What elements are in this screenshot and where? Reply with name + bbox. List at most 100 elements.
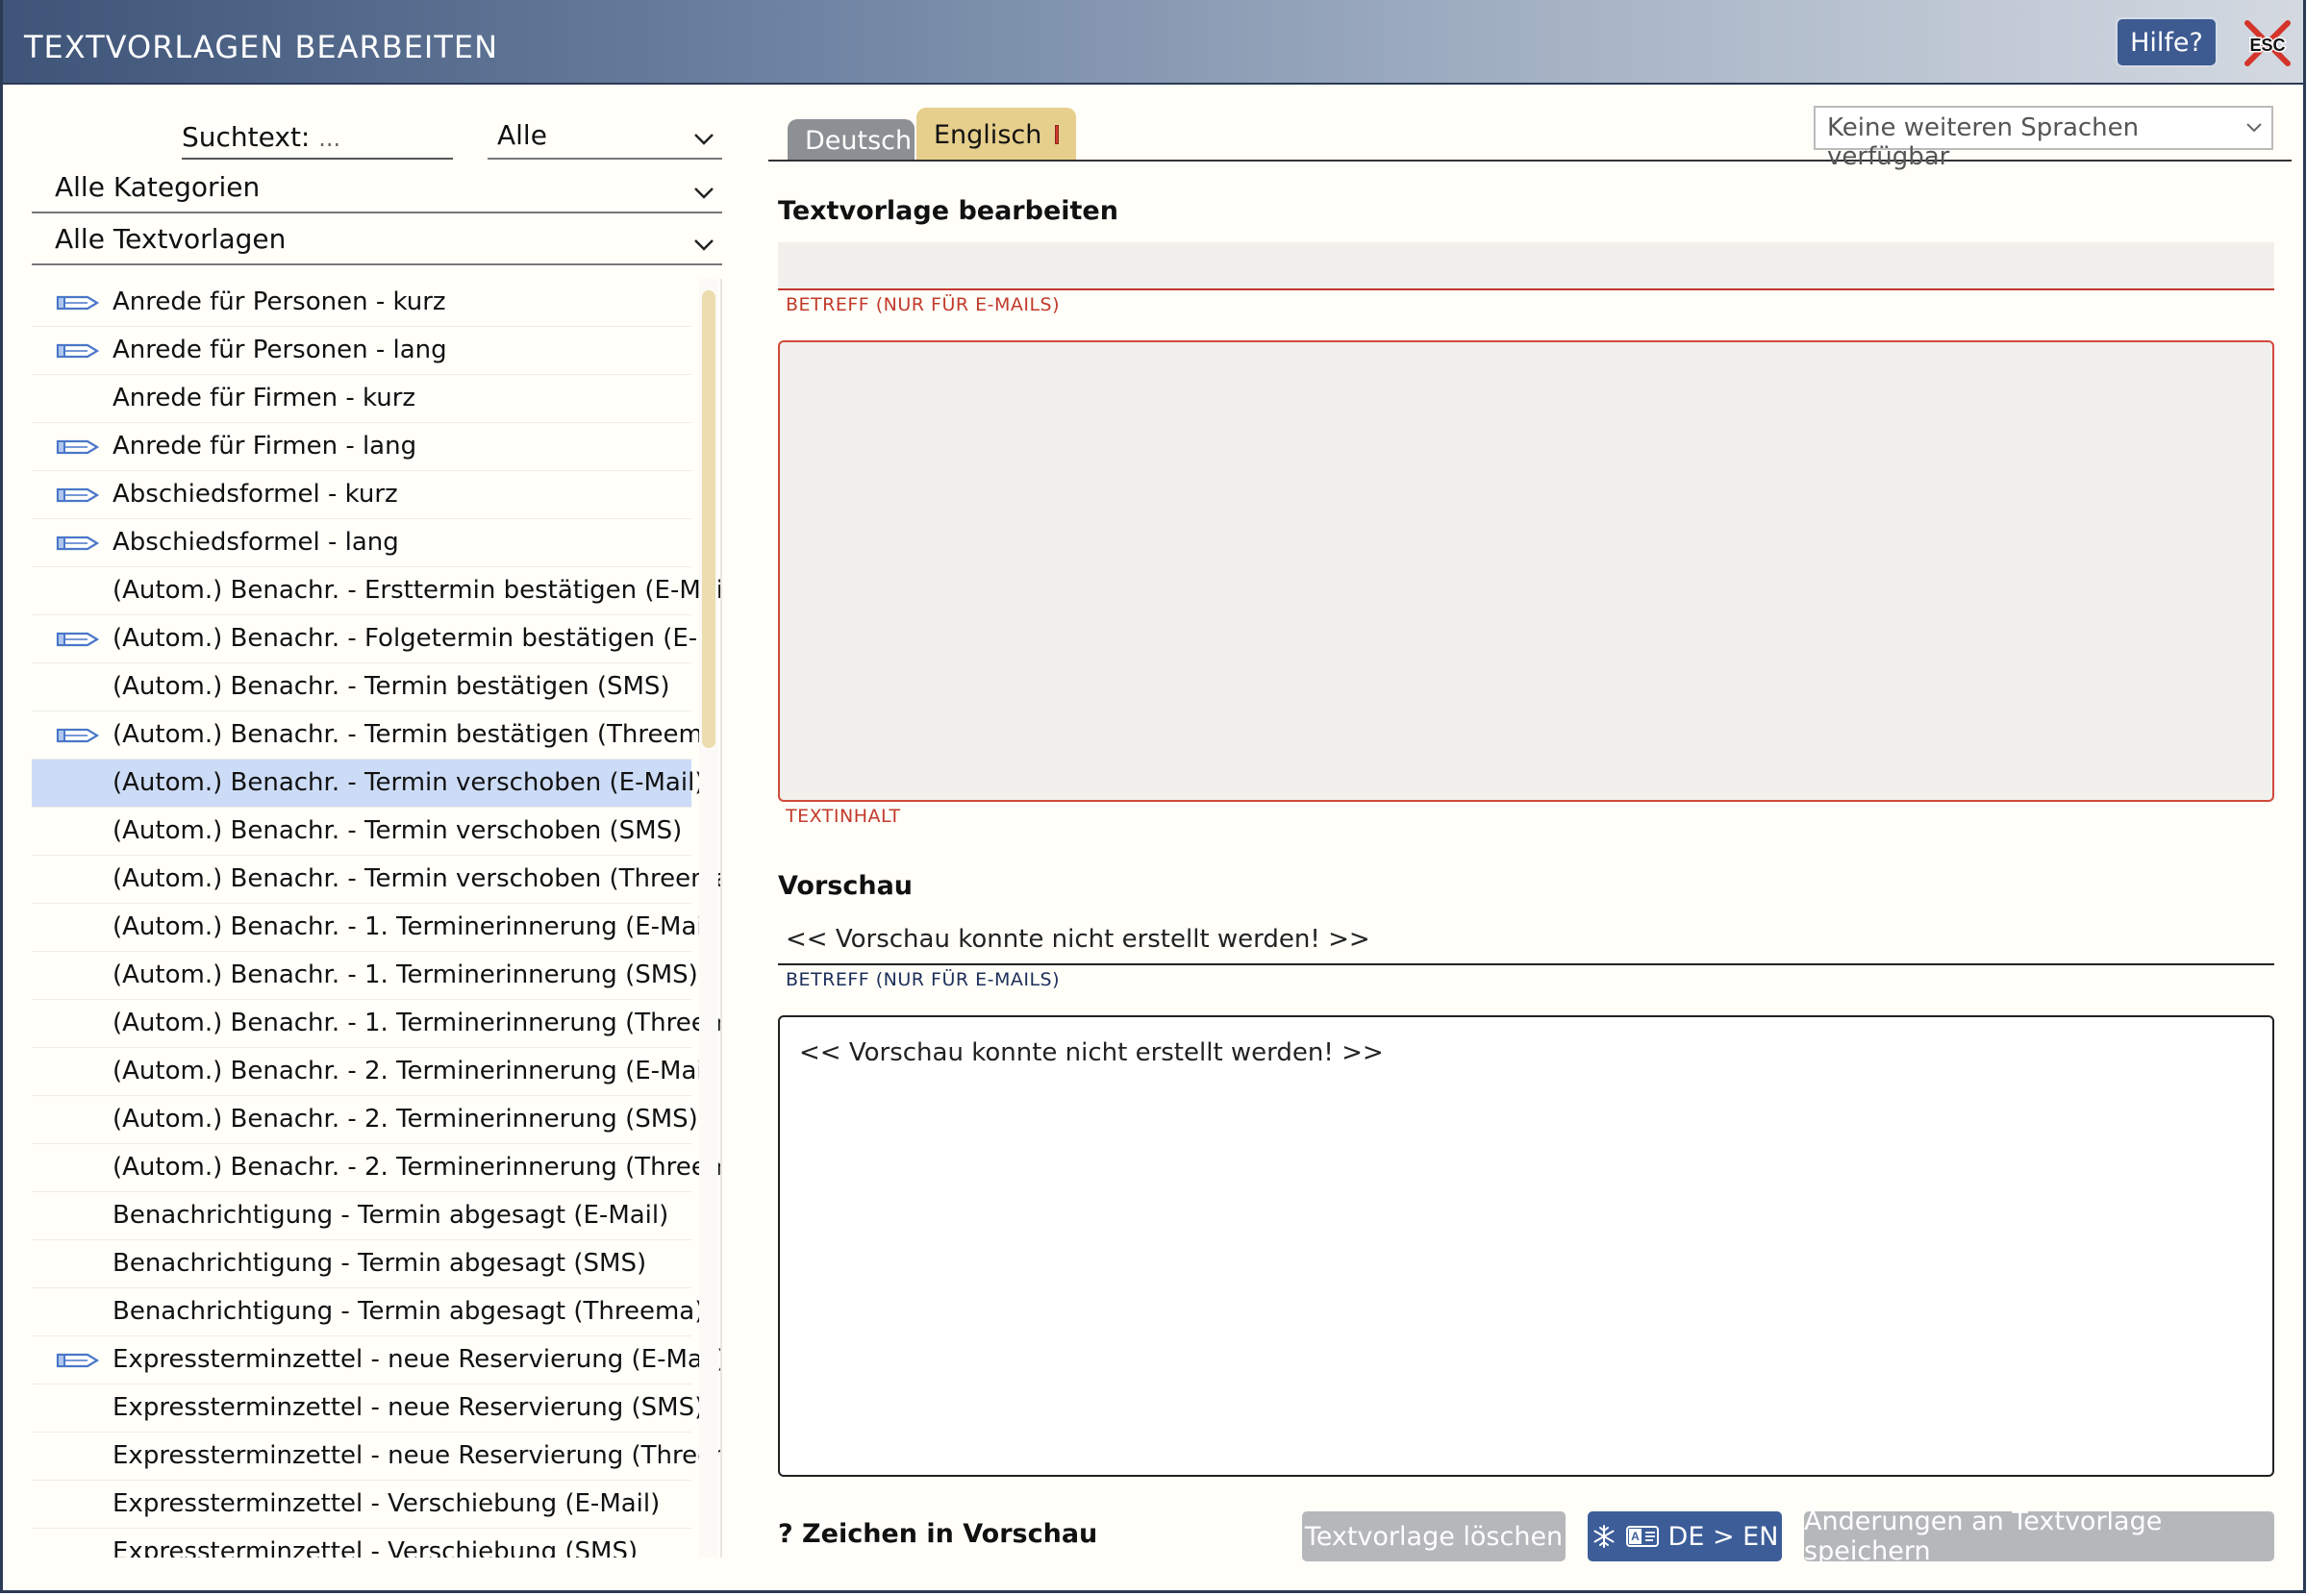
tab-englisch-label: Englisch (934, 119, 1042, 150)
pencil-icon (56, 536, 100, 551)
category-select[interactable]: Alle Kategorien (32, 171, 722, 213)
template-list-item-label: Anrede für Personen - kurz (113, 287, 446, 316)
tab-deutsch-label: Deutsch (805, 125, 913, 156)
template-list-item[interactable]: (Autom.) Benachr. - 2. Terminerinnerung … (32, 1096, 698, 1144)
translate-button-label: DE > EN (1667, 1521, 1779, 1552)
template-list-item-label: (Autom.) Benachr. - Termin verschoben (E… (113, 768, 705, 797)
template-list-item-label: Benachrichtigung - Termin abgesagt (E-Ma… (113, 1201, 669, 1230)
template-list-item[interactable]: Expressterminzettel - neue Reservierung … (32, 1433, 720, 1481)
pencil-icon (56, 343, 100, 359)
template-list-item-label: Abschiedsformel - lang (113, 528, 399, 557)
template-editor-window: TEXTVORLAGEN BEARBEITEN Hilfe? ESC Sucht… (0, 0, 2306, 1593)
help-button[interactable]: Hilfe? (2116, 17, 2218, 67)
translate-icon: A (1625, 1526, 1659, 1547)
template-list-item[interactable]: (Autom.) Benachr. - 1. Terminerinnerung … (32, 904, 720, 952)
chevron-down-icon (694, 134, 714, 145)
template-list-item[interactable]: (Autom.) Benachr. - 1. Terminerinnerung … (32, 1000, 720, 1048)
template-list-item[interactable]: (Autom.) Benachr. - Termin verschoben (E… (32, 760, 704, 808)
template-list-item[interactable]: (Autom.) Benachr. - Termin bestätigen (T… (32, 711, 720, 760)
template-list: Anrede für Personen - kurz Anrede für Per… (32, 279, 722, 1558)
template-list-item[interactable]: (Autom.) Benachr. - 2. Terminerinnerung … (32, 1048, 720, 1096)
delete-template-button[interactable]: Textvorlage löschen (1302, 1511, 1566, 1561)
template-list-item-label: Expressterminzettel - neue Reservierung … (113, 1393, 705, 1422)
template-list-item-label: (Autom.) Benachr. - Ersttermin bestätige… (113, 576, 722, 605)
template-list-item[interactable]: (Autom.) Benachr. - Ersttermin bestätige… (32, 567, 720, 615)
pencil-icon (56, 295, 100, 311)
template-list-item[interactable]: (Autom.) Benachr. - Termin bestätigen (S… (32, 663, 691, 711)
save-template-button[interactable]: Änderungen an Textvorlage speichern (1804, 1507, 2274, 1566)
template-list-item-label: Benachrichtigung - Termin abgesagt (SMS) (113, 1249, 647, 1278)
template-list-item-label: Abschiedsformel - kurz (113, 480, 398, 509)
pencil-icon (56, 632, 100, 647)
snowflake-icon (1593, 1525, 1615, 1548)
search-placeholder: ... (318, 125, 341, 152)
template-list-item-label: Anrede für Firmen - lang (113, 432, 417, 461)
pencil-icon (56, 439, 100, 455)
template-list-item[interactable]: Abschiedsformel - lang (32, 519, 691, 567)
template-list-item[interactable]: Benachrichtigung - Termin abgesagt (Thre… (32, 1288, 704, 1336)
template-list-item[interactable]: Benachrichtigung - Termin abgesagt (E-Ma… (32, 1192, 691, 1240)
template-list-item-label: (Autom.) Benachr. - Termin verschoben (S… (113, 816, 683, 845)
template-list-item[interactable]: (Autom.) Benachr. - 1. Terminerinnerung … (32, 952, 698, 1000)
unsaved-marker-icon (1055, 125, 1059, 144)
template-list-item-label: Benachrichtigung - Termin abgesagt (Thre… (113, 1297, 705, 1326)
template-list-item[interactable]: Abschiedsformel - kurz (32, 471, 691, 519)
template-list-scrollbar[interactable] (699, 279, 718, 1558)
type-select[interactable]: Alle (488, 119, 722, 160)
title-bar: TEXTVORLAGEN BEARBEITEN Hilfe? ESC (3, 0, 2303, 85)
template-list-item[interactable]: Expressterminzettel - Verschiebung (SMS) (32, 1529, 691, 1558)
template-list-item[interactable]: Expressterminzettel - neue Reservierung … (32, 1384, 704, 1433)
language-select[interactable]: Keine weiteren Sprachen verfügbar (1814, 106, 2273, 171)
subject-input[interactable] (778, 242, 2274, 290)
template-list-item-label: Anrede für Firmen - kurz (113, 384, 416, 412)
template-list-item[interactable]: Anrede für Firmen - kurz (32, 375, 691, 423)
type-select-value: Alle (497, 119, 547, 151)
preview-heading: Vorschau (778, 871, 914, 901)
template-list-item[interactable]: Anrede für Personen - lang (32, 327, 691, 375)
translate-button[interactable]: A DE > EN (1588, 1511, 1782, 1561)
chevron-down-icon (694, 187, 714, 199)
chevron-down-icon (694, 239, 714, 251)
template-list-item[interactable]: Anrede für Personen - kurz (32, 279, 691, 327)
tab-deutsch[interactable]: Deutsch (788, 119, 915, 162)
template-list-item[interactable]: Expressterminzettel - neue Reservierung … (32, 1336, 720, 1384)
template-list-item-label: (Autom.) Benachr. - 1. Terminerinnerung … (113, 1009, 722, 1037)
template-list-item[interactable]: (Autom.) Benachr. - Termin verschoben (S… (32, 808, 691, 856)
template-list-item-label: (Autom.) Benachr. - 2. Terminerinnerung … (113, 1153, 722, 1182)
category-select-value: Alle Kategorien (55, 171, 261, 203)
scrollbar-thumb[interactable] (702, 290, 715, 748)
search-label: Suchtext: (182, 121, 311, 153)
template-list-item[interactable]: Expressterminzettel - Verschiebung (E-Ma… (32, 1481, 691, 1529)
preview-char-count: ? Zeichen in Vorschau (778, 1519, 1098, 1549)
body-field-label: TEXTINHALT (786, 806, 901, 827)
template-list-item-label: (Autom.) Benachr. - 1. Terminerinnerung … (113, 912, 720, 941)
editor-heading: Textvorlage bearbeiten (778, 196, 1118, 226)
template-list-item[interactable]: (Autom.) Benachr. - Termin verschoben (T… (32, 856, 720, 904)
template-filter-value: Alle Textvorlagen (55, 223, 287, 255)
template-list-item[interactable]: Anrede für Firmen - lang (32, 423, 691, 471)
template-list-item-label: (Autom.) Benachr. - Termin bestätigen (S… (113, 672, 670, 701)
template-list-item[interactable]: (Autom.) Benachr. - 2. Terminerinnerung … (32, 1144, 720, 1192)
template-filter-select[interactable]: Alle Textvorlagen (32, 223, 722, 265)
template-list-item-label: (Autom.) Benachr. - 2. Terminerinnerung … (113, 1057, 720, 1085)
template-list-item-label: Expressterminzettel - neue Reservierung … (113, 1441, 722, 1470)
template-list-item-label: Expressterminzettel - Verschiebung (SMS) (113, 1537, 639, 1558)
template-list-item[interactable]: Benachrichtigung - Termin abgesagt (SMS) (32, 1240, 691, 1288)
filter-row: Suchtext: ... Alle (32, 104, 722, 162)
pencil-icon (56, 487, 100, 503)
esc-close-icon[interactable]: ESC (2242, 17, 2293, 69)
language-select-value: Keine weiteren Sprachen verfügbar (1827, 113, 2140, 171)
template-list-item-label: (Autom.) Benachr. - Termin verschoben (T… (113, 864, 722, 893)
esc-label: ESC (2249, 36, 2285, 55)
template-list-item-label: (Autom.) Benachr. - Folgetermin bestätig… (113, 624, 722, 653)
preview-subject: << Vorschau konnte nicht erstellt werden… (778, 915, 2274, 965)
template-list-item-label: (Autom.) Benachr. - Termin bestätigen (T… (113, 720, 722, 749)
search-input[interactable]: Suchtext: ... (182, 121, 453, 160)
template-list-item[interactable]: (Autom.) Benachr. - Folgetermin bestätig… (32, 615, 720, 663)
tab-divider (768, 160, 2292, 162)
tab-englisch[interactable]: Englisch (916, 108, 1076, 162)
preview-subject-label: BETREFF (NUR FÜR E-MAILS) (786, 969, 1061, 990)
template-list-item-label: (Autom.) Benachr. - 2. Terminerinnerung … (113, 1105, 698, 1134)
template-list-item-label: (Autom.) Benachr. - 1. Terminerinnerung … (113, 960, 698, 989)
body-textarea[interactable] (778, 340, 2274, 802)
